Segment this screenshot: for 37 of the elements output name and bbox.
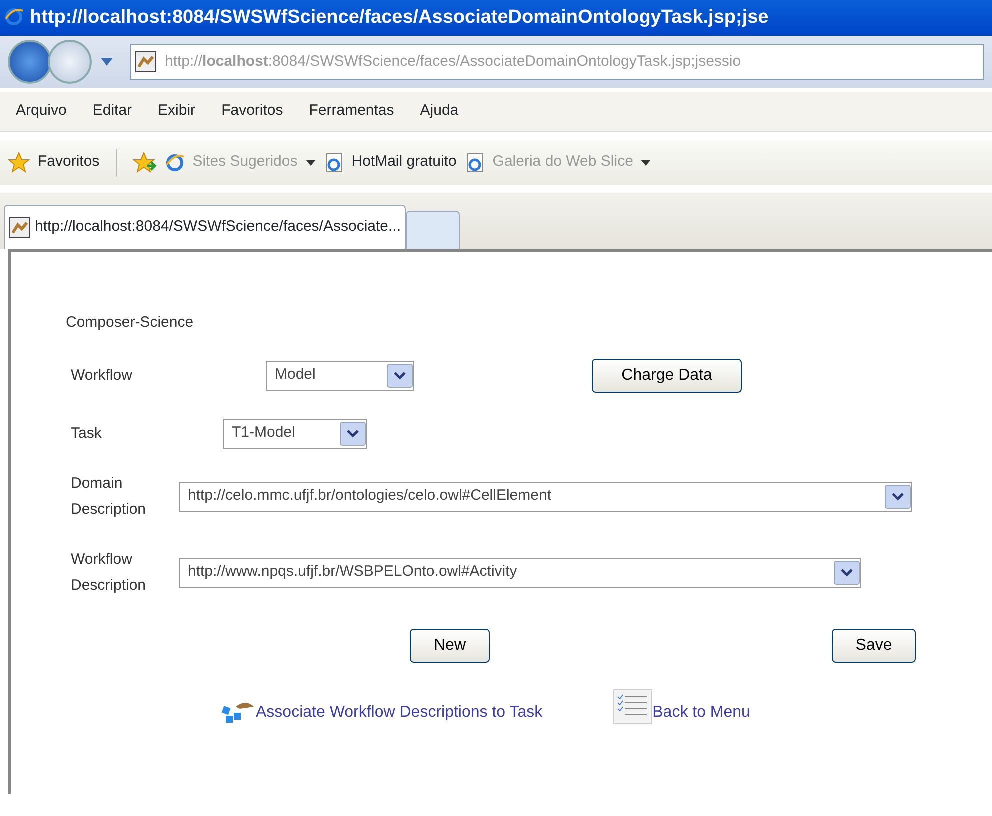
page-heading: Composer-Science [66, 313, 195, 333]
menu-item[interactable]: Arquivo [8, 100, 75, 123]
page-icon [324, 152, 344, 172]
new-tab-button[interactable] [406, 211, 460, 249]
back-button[interactable] [8, 40, 52, 84]
page-icon [9, 216, 31, 238]
forward-button[interactable] [48, 40, 92, 84]
checklist-icon [612, 688, 653, 724]
save-button[interactable]: Save [832, 628, 916, 662]
window-title: http://localhost:8084/SWSWfScience/faces/AssociateDomainOntologyTask.jsp;jse [30, 6, 769, 30]
tab-title: http://localhost:8084/SWSWfScience/faces/Associate... [35, 217, 402, 238]
task-select[interactable]: T1-Model [223, 418, 367, 448]
menu-item[interactable]: Ajuda [412, 100, 467, 123]
domain-select[interactable]: http://celo.mmc.ufjf.br/ontologies/celo.owl#CellElement [179, 482, 912, 512]
favorites-link[interactable]: HotMail gratuito [352, 151, 457, 174]
workflow-description-select[interactable]: http://www.npqs.ufjf.br/WSBPELOnto.owl#Activity [179, 558, 861, 588]
page-icon [464, 152, 485, 172]
favorites-button[interactable]: Favoritos [38, 151, 100, 174]
new-button[interactable]: New [410, 628, 490, 662]
field-label: Workflow Description [71, 550, 148, 596]
menu-item[interactable]: Editar [84, 100, 140, 123]
field-label: Workflow [71, 366, 134, 386]
charge-data-button[interactable]: Charge Data [592, 358, 742, 392]
page-icon [135, 51, 157, 73]
browser-icon [164, 152, 185, 172]
dropdown-icon [100, 57, 114, 67]
field-label: Task [71, 424, 103, 444]
star-icon [8, 152, 30, 174]
workflow-select[interactable]: Model [266, 360, 414, 390]
back-to-menu-link[interactable]: Back to Menu [652, 700, 750, 724]
field-label: Domain Description [71, 474, 148, 520]
associate-link[interactable]: Associate Workflow Descriptions to Task [256, 700, 543, 724]
browser-tab[interactable]: http://localhost:8084/SWSWfScience/faces/Associate... [4, 205, 406, 249]
menu-item[interactable]: Favoritos [214, 100, 292, 123]
menu-item[interactable]: Exibir [150, 100, 204, 123]
menu-item[interactable]: Ferramentas [301, 100, 402, 123]
add-favorite-icon [132, 152, 157, 174]
